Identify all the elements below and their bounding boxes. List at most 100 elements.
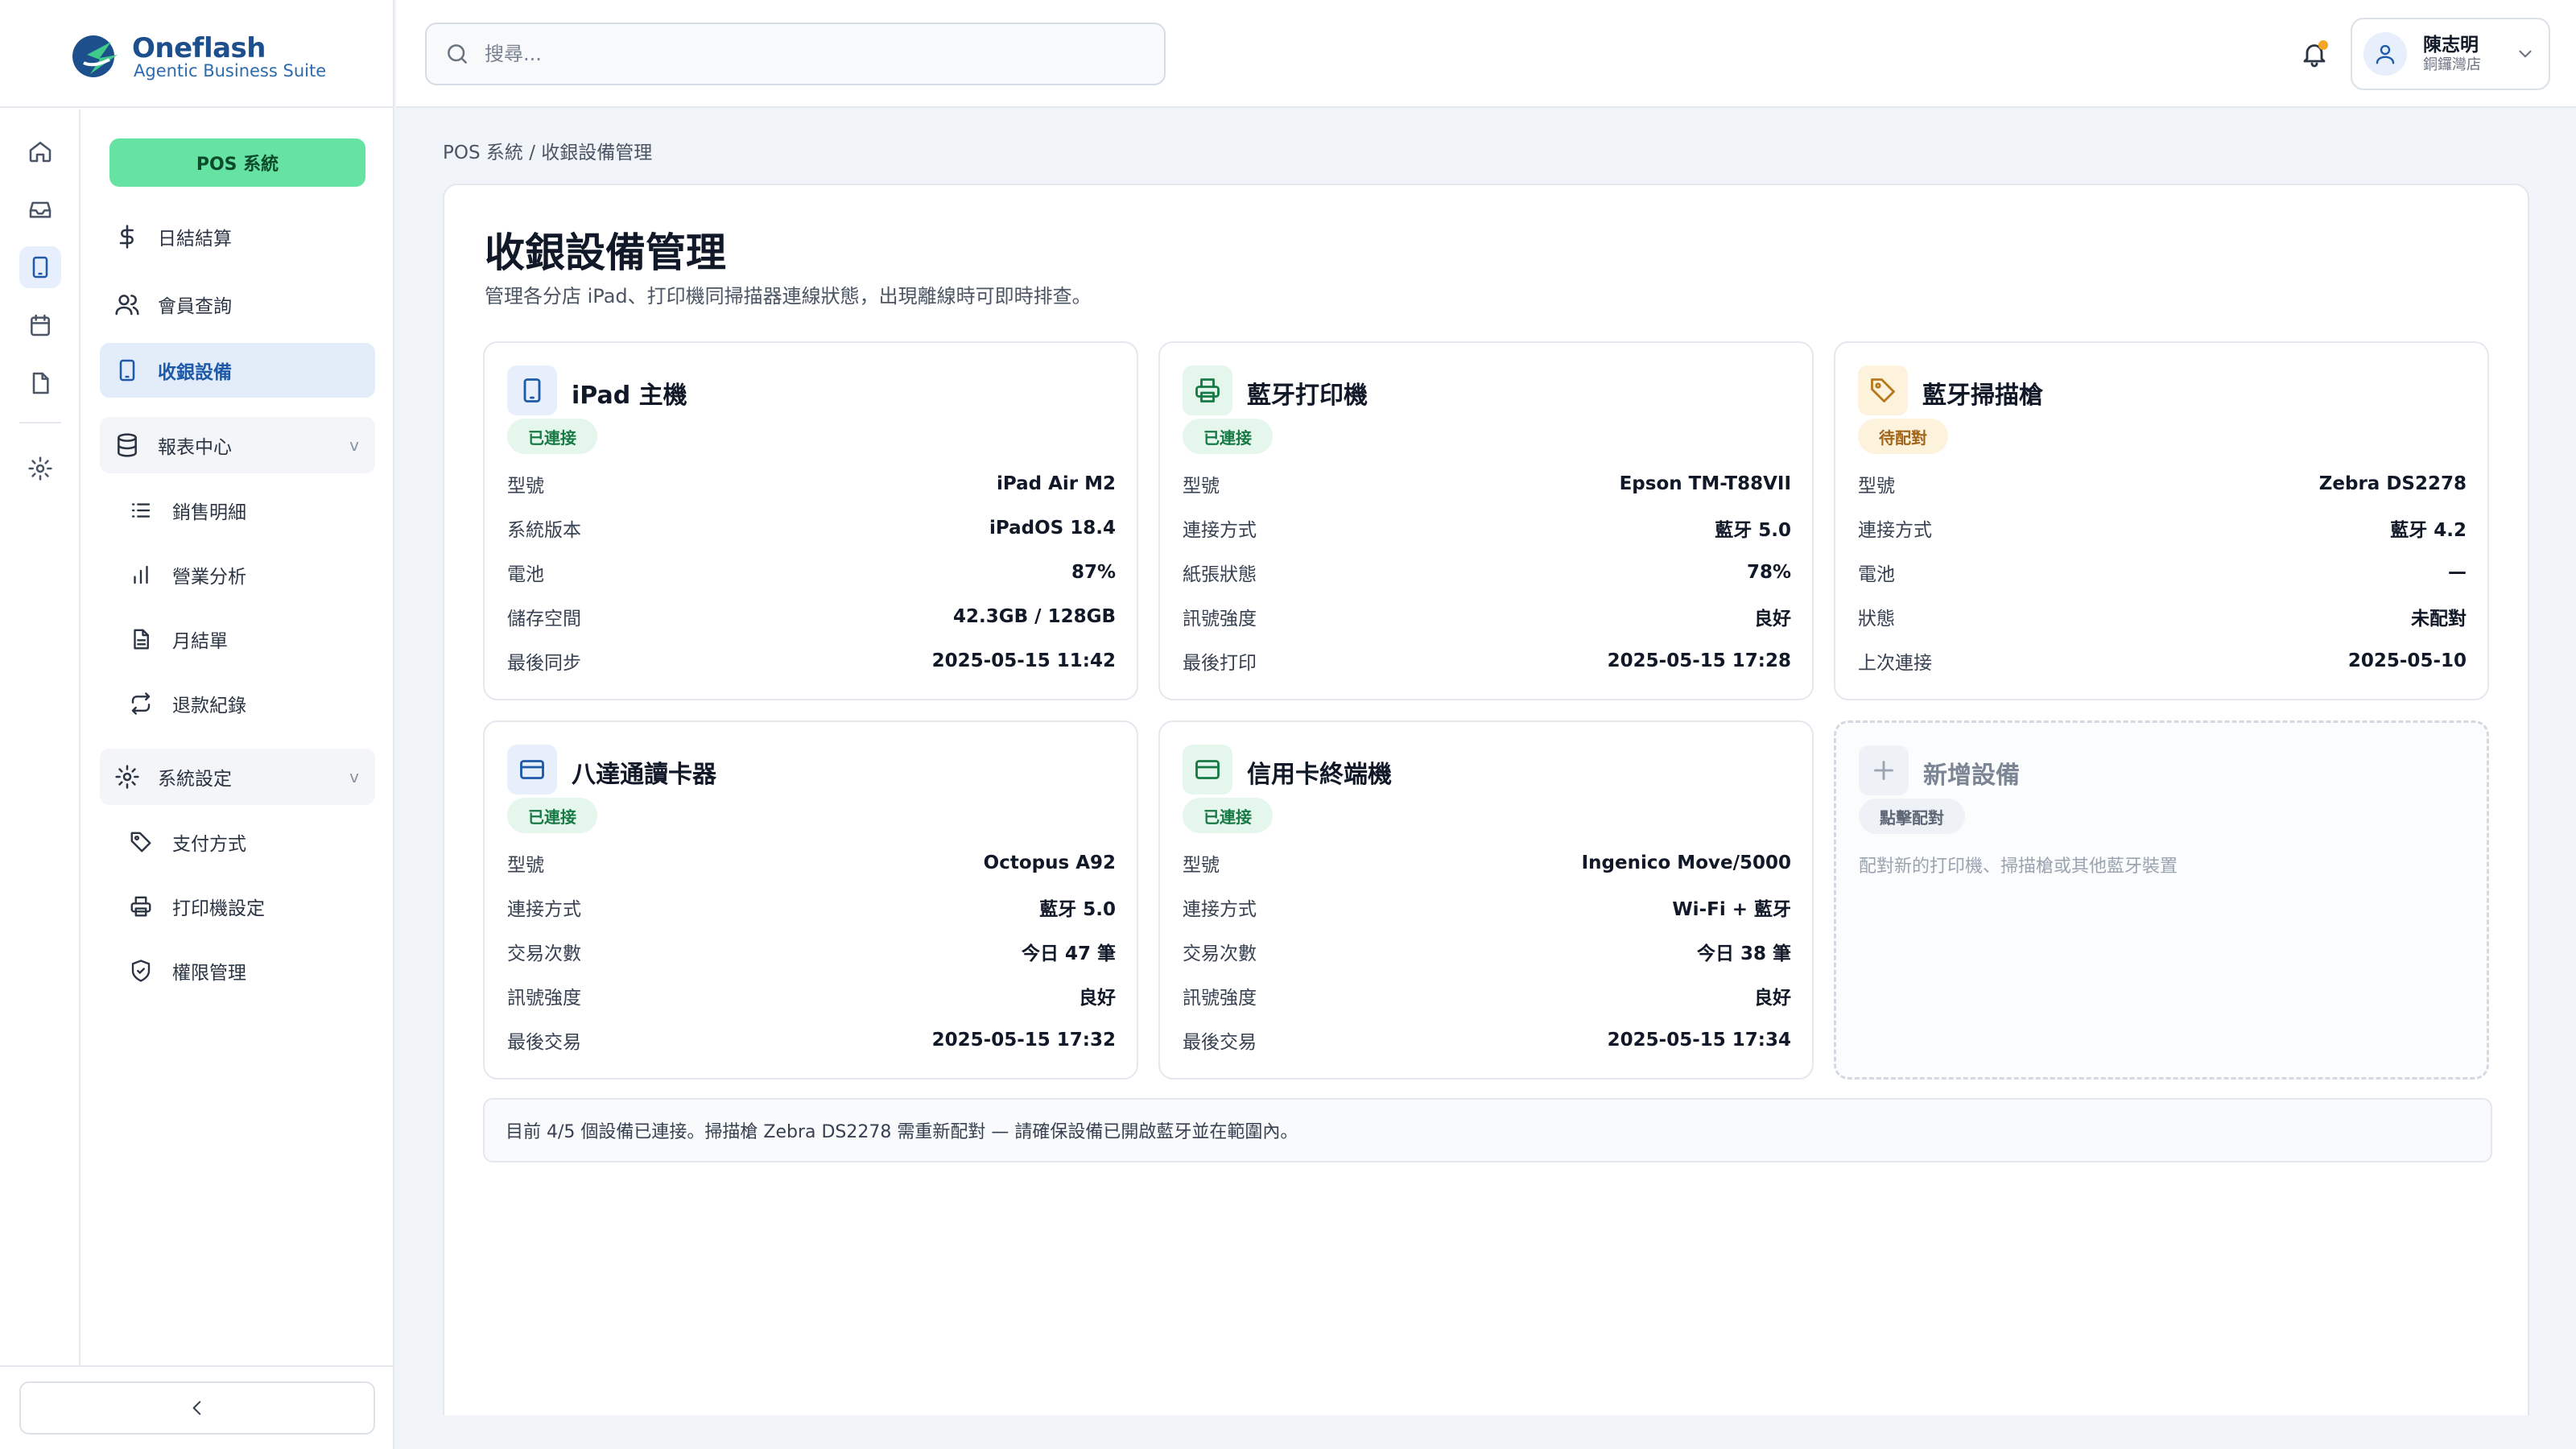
field-value: 良好 — [1079, 988, 1116, 1009]
field-label: 型號 — [1858, 476, 1895, 497]
device-field: 連接方式 藍牙 5.0 — [1183, 516, 1791, 541]
database-icon — [118, 433, 137, 457]
field-label: 連接方式 — [1183, 899, 1257, 920]
field-value: 2025-05-10 — [2347, 650, 2467, 671]
field-value: — — [2448, 562, 2467, 583]
tag-icon — [130, 832, 151, 852]
settings-icon[interactable] — [19, 448, 61, 489]
top-bar: 陳志明 銅鑼灣店 — [396, 0, 2576, 108]
sidebar-group-label: 系統設定 — [158, 769, 232, 790]
field-label: 型號 — [507, 476, 544, 497]
user-menu[interactable]: 陳志明 銅鑼灣店 — [2351, 18, 2550, 90]
sidebar-subitem-sales-detail[interactable]: 銷售明細 — [124, 486, 365, 535]
sidebar: Oneflash Agentic Business Suite POS 系統 日… — [0, 0, 394, 1449]
field-label: 連接方式 — [1858, 520, 1932, 541]
device-card-printer[interactable]: 藍牙打印機 已連接 型號 Epson TM-T88VII 連接方式 藍牙 5.0 紙… — [1158, 341, 1814, 700]
status-badge: 已連接 — [507, 419, 597, 454]
card-icon — [1183, 745, 1232, 795]
sidebar-subitem-permissions[interactable]: 權限管理 — [124, 947, 365, 995]
field-value: iPad Air M2 — [996, 473, 1116, 494]
shield-icon — [131, 960, 151, 982]
sidebar-subitem-payment-methods[interactable]: 支付方式 — [124, 818, 365, 866]
sidebar-subitem-business-analysis[interactable]: 營業分析 — [124, 551, 365, 599]
field-label: 紙張狀態 — [1183, 564, 1257, 585]
chevron-down-icon: v — [349, 436, 359, 455]
field-value: 今日 47 筆 — [1021, 943, 1116, 964]
field-value: 良好 — [1754, 609, 1791, 630]
chevron-left-icon — [192, 1401, 201, 1415]
file-icon[interactable] — [19, 362, 61, 404]
field-label: 儲存空間 — [507, 609, 581, 630]
device-field: 最後交易 2025-05-15 17:34 — [1183, 1028, 1791, 1053]
field-value: 良好 — [1754, 988, 1791, 1009]
search-icon — [448, 44, 467, 64]
sidebar-subitem-monthly-statement[interactable]: 月結單 — [124, 615, 365, 663]
sidebar-group-settings[interactable]: 系統設定 v — [100, 749, 375, 805]
device-field: 連接方式 Wi-Fi + 藍牙 — [1183, 895, 1791, 920]
status-badge: 待配對 — [1858, 419, 1948, 454]
device-card-scanner[interactable]: 藍牙掃描槍 待配對 型號 Zebra DS2278 連接方式 藍牙 4.2 電池 — … — [1834, 341, 2489, 700]
device-field: 型號 iPad Air M2 — [507, 472, 1116, 497]
field-value: 藍牙 4.2 — [2390, 520, 2467, 541]
field-value: 78% — [1746, 562, 1791, 583]
sidebar-item-label: 收銀設備 — [158, 362, 232, 383]
breadcrumb: POS 系統 / 收銀設備管理 — [443, 142, 653, 163]
brand[interactable]: Oneflash Agentic Business Suite — [0, 0, 394, 108]
field-value: 42.3GB / 128GB — [953, 606, 1116, 627]
device-field: 連接方式 藍牙 5.0 — [507, 895, 1116, 920]
field-label: 訊號強度 — [507, 988, 581, 1009]
sidebar-item-label: 支付方式 — [172, 834, 246, 855]
bar-chart-icon — [134, 565, 148, 584]
inbox-icon[interactable] — [19, 188, 61, 230]
calendar-icon[interactable] — [19, 304, 61, 346]
field-value: 2025-05-15 17:28 — [1607, 650, 1791, 671]
sidebar-item-label: 銷售明細 — [172, 502, 246, 523]
sidebar-item-label: 打印機設定 — [172, 898, 265, 919]
tag-icon — [1858, 365, 1908, 415]
tablet-icon — [507, 365, 557, 415]
sidebar-item-member-lookup[interactable]: 會員查詢 — [100, 277, 375, 332]
app-name: Oneflash — [132, 32, 266, 64]
search-box[interactable] — [425, 23, 1166, 85]
field-label: 連接方式 — [1183, 520, 1257, 541]
field-value: Zebra DS2278 — [2318, 473, 2467, 494]
device-field: 連接方式 藍牙 4.2 — [1858, 516, 2467, 541]
field-value: Epson TM-T88VII — [1619, 473, 1791, 494]
notifications-button[interactable] — [2294, 34, 2334, 74]
sidebar-subitem-printer-settings[interactable]: 打印機設定 — [124, 882, 365, 931]
user-name: 陳志明 — [2423, 35, 2479, 56]
connection-summary-note: 目前 4/5 個設備已連接。掃描槍 Zebra DS2278 需重新配對 — 請… — [483, 1098, 2492, 1162]
chevron-down-icon — [2519, 50, 2532, 58]
add-device-card[interactable]: 新增設備 點擊配對 配對新的打印機、掃描槍或其他藍牙裝置 — [1834, 720, 2489, 1080]
device-card-octopus[interactable]: 八達通讀卡器 已連接 型號 Octopus A92 連接方式 藍牙 5.0 交易次數… — [483, 720, 1138, 1080]
device-field: 最後同步 2025-05-15 11:42 — [507, 649, 1116, 674]
device-field: 訊號強度 良好 — [1183, 605, 1791, 630]
field-value: 未配對 — [2411, 609, 2467, 630]
device-field: 最後打印 2025-05-15 17:28 — [1183, 649, 1791, 674]
sidebar-subitem-refund-records[interactable]: 退款紀錄 — [124, 679, 365, 728]
sidebar-item-label: 月結單 — [172, 631, 228, 652]
field-label: 型號 — [507, 855, 544, 876]
module-pos-button[interactable]: POS 系統 — [109, 138, 365, 187]
field-value: 2025-05-15 11:42 — [931, 650, 1116, 671]
field-value: 2025-05-15 17:32 — [931, 1030, 1116, 1051]
plus-icon — [1859, 745, 1909, 795]
search-input[interactable] — [485, 43, 1129, 65]
collapse-sidebar-button[interactable] — [19, 1381, 375, 1435]
field-value: iPadOS 18.4 — [989, 518, 1116, 539]
field-value: Wi-Fi + 藍牙 — [1672, 899, 1791, 920]
sidebar-item-daily-settlement[interactable]: 日結結算 — [100, 209, 375, 264]
device-name: 藍牙掃描槍 — [1922, 382, 2043, 410]
field-label: 連接方式 — [507, 899, 581, 920]
sidebar-item-pos-devices[interactable]: 收銀設備 — [100, 343, 375, 398]
users-icon — [115, 295, 139, 316]
device-card-ipad[interactable]: iPad 主機 已連接 型號 iPad Air M2 系統版本 iPadOS 18.… — [483, 341, 1138, 700]
pair-badge: 點擊配對 — [1859, 799, 1965, 834]
device-card-credit-terminal[interactable]: 信用卡終端機 已連接 型號 Ingenico Move/5000 連接方式 Wi-F… — [1158, 720, 1814, 1080]
sidebar-item-label: 會員查詢 — [158, 296, 232, 317]
page-description: 管理各分店 iPad、打印機同掃描器連線狀態，出現離線時可即時排查。 — [485, 285, 1092, 308]
sidebar-group-reports[interactable]: 報表中心 v — [100, 417, 375, 473]
home-icon[interactable] — [19, 130, 61, 172]
tablet-icon[interactable] — [19, 246, 61, 288]
printer-icon — [1183, 365, 1232, 415]
